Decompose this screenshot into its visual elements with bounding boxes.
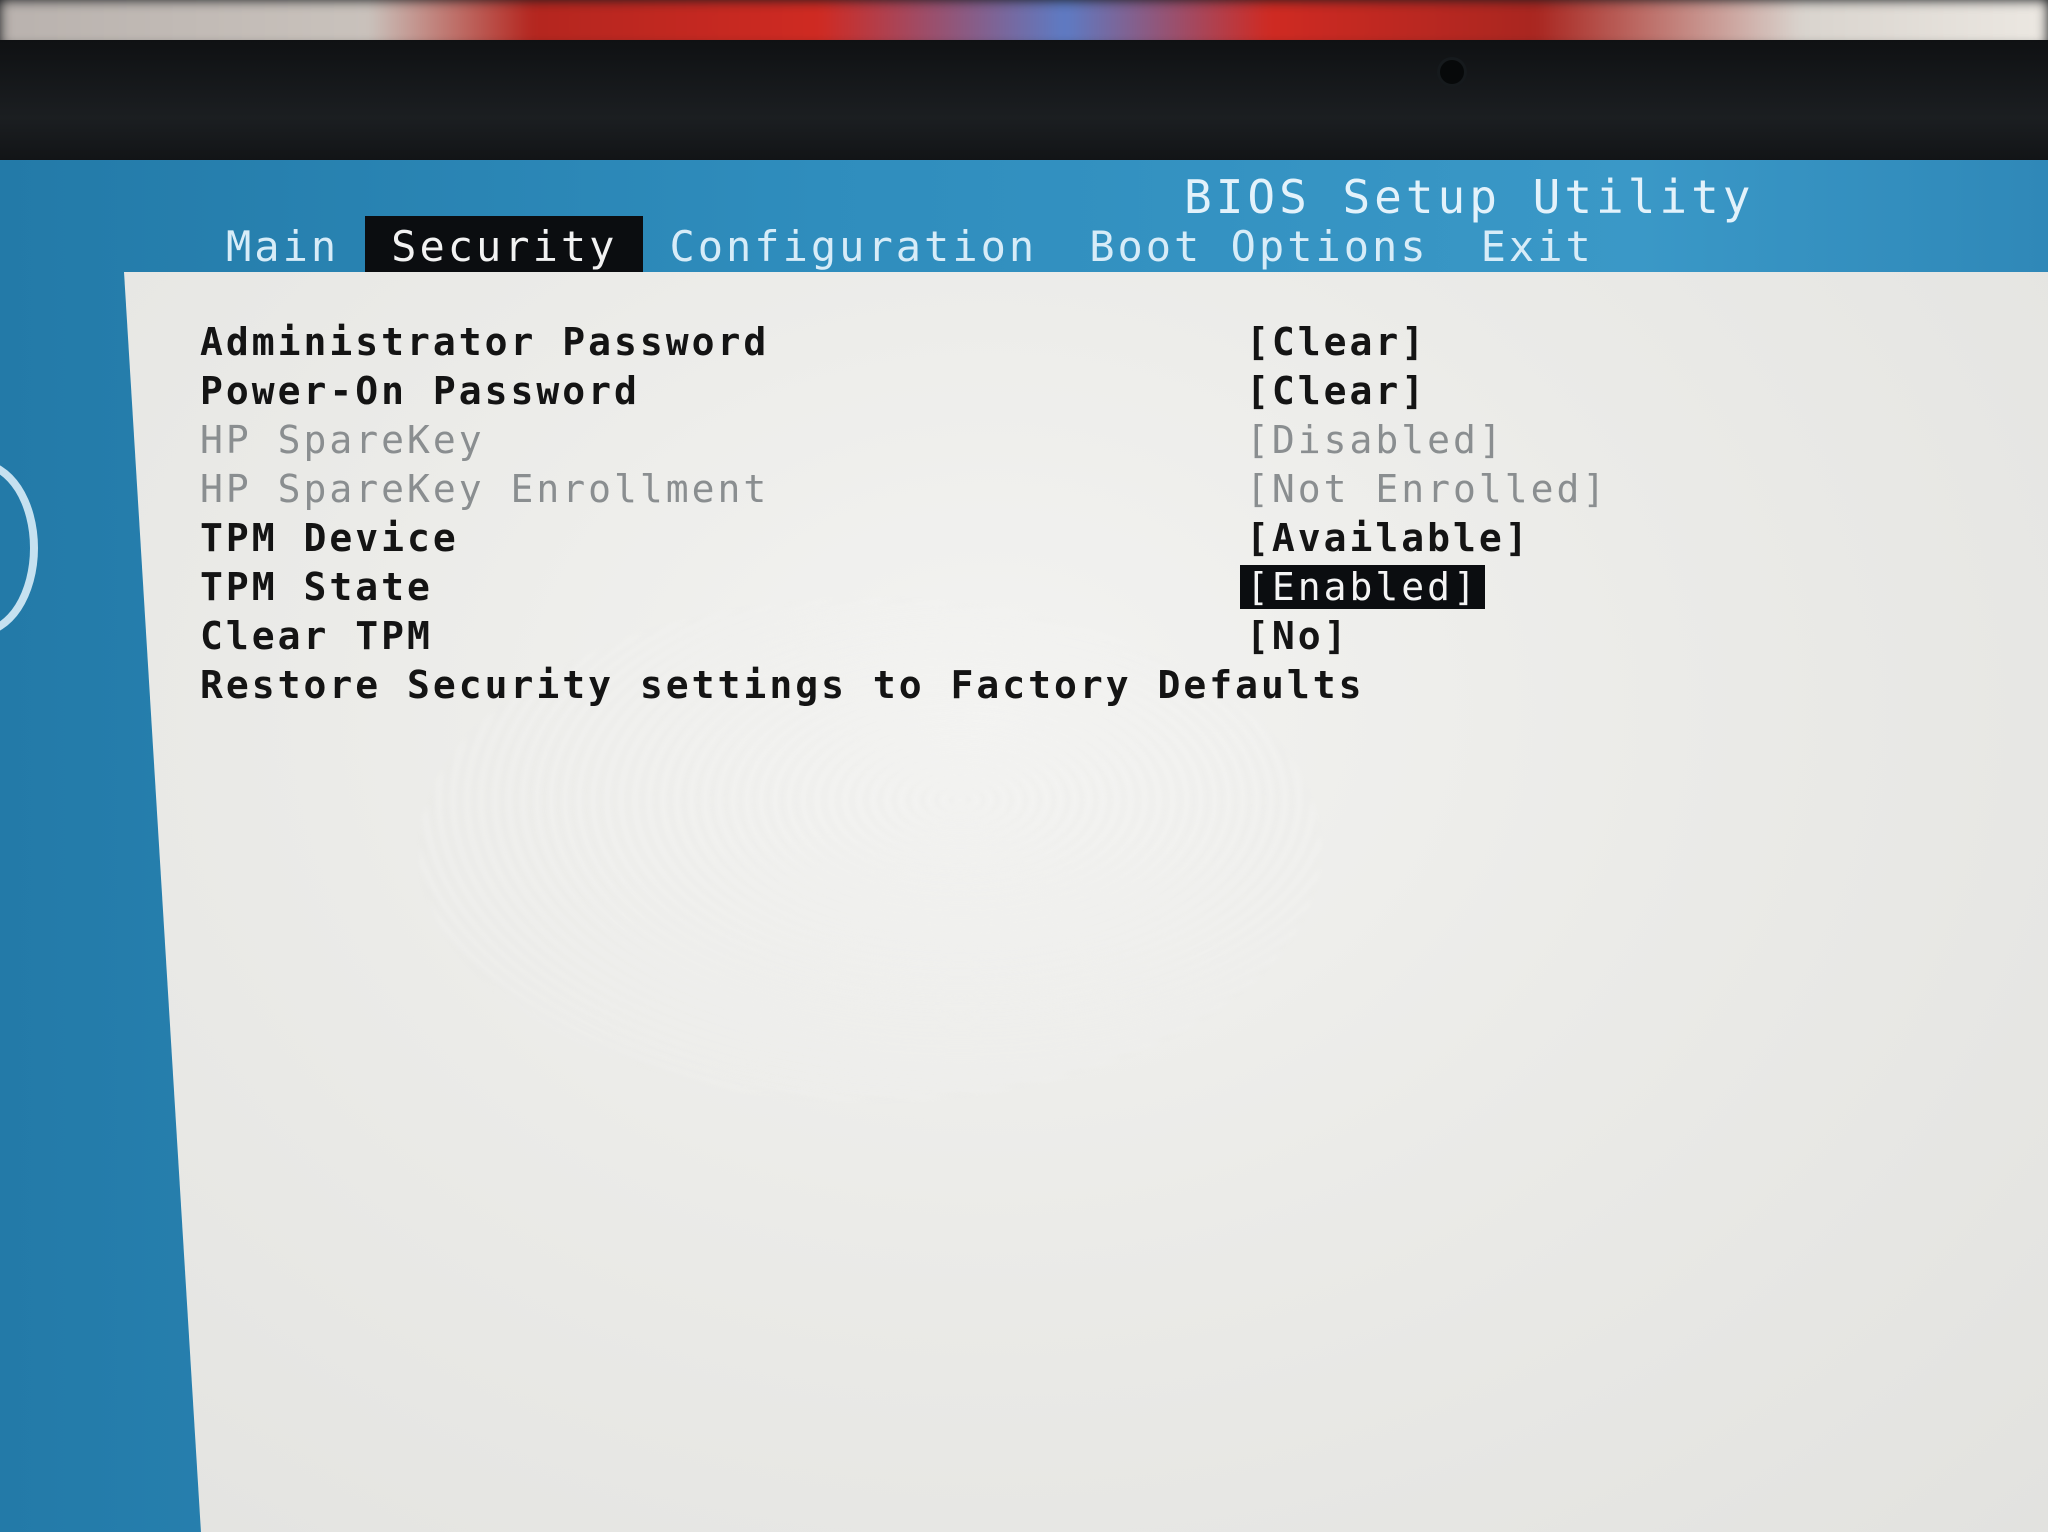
webcam-icon (1440, 60, 1464, 84)
setting-value[interactable]: [No] (1240, 614, 1356, 658)
setting-hp-sparekey-enrollment: HP SpareKey Enrollment [Not Enrolled] (200, 467, 1680, 516)
menu-bar: Main Security Configuration Boot Options… (200, 215, 1620, 277)
setting-clear-tpm[interactable]: Clear TPM [No] (200, 614, 1680, 663)
setting-tpm-device[interactable]: TPM Device [Available] (200, 516, 1680, 565)
setting-restore-security-defaults[interactable]: Restore Security settings to Factory Def… (200, 663, 1680, 712)
hp-logo-icon (0, 460, 38, 636)
tab-boot-options[interactable]: Boot Options (1063, 216, 1454, 277)
setting-value: [Disabled] (1246, 418, 1505, 462)
tab-main[interactable]: Main (200, 216, 365, 277)
tab-security[interactable]: Security (365, 215, 644, 277)
setting-label: TPM Device (200, 516, 459, 560)
security-settings-list: Administrator Password [Clear] Power-On … (200, 320, 1680, 712)
tab-configuration[interactable]: Configuration (643, 216, 1063, 277)
setting-value[interactable]: [Clear] (1240, 320, 1433, 364)
setting-value: [Not Enrolled] (1246, 467, 1609, 511)
setting-label: HP SpareKey (200, 418, 485, 462)
setting-administrator-password[interactable]: Administrator Password [Clear] (200, 320, 1680, 369)
setting-power-on-password[interactable]: Power-On Password [Clear] (200, 369, 1680, 418)
setting-tpm-state[interactable]: TPM State [Enabled] (200, 565, 1680, 614)
setting-label: TPM State (200, 565, 433, 609)
photo-scene: BIOS Setup Utility Main Security Configu… (0, 0, 2048, 1532)
setting-value-selected[interactable]: [Enabled] (1240, 565, 1485, 609)
setting-value[interactable]: [Available] (1240, 516, 1537, 560)
setting-label: Administrator Password (200, 320, 770, 364)
setting-label[interactable]: Restore Security settings to Factory Def… (200, 663, 1365, 707)
tab-exit[interactable]: Exit (1455, 216, 1620, 277)
laptop-bezel (0, 40, 2048, 170)
setting-hp-sparekey: HP SpareKey [Disabled] (200, 418, 1680, 467)
setting-label: Clear TPM (200, 614, 433, 658)
setting-value[interactable]: [Clear] (1240, 369, 1433, 413)
setting-label: HP SpareKey Enrollment (200, 467, 770, 511)
setting-label: Power-On Password (200, 369, 640, 413)
